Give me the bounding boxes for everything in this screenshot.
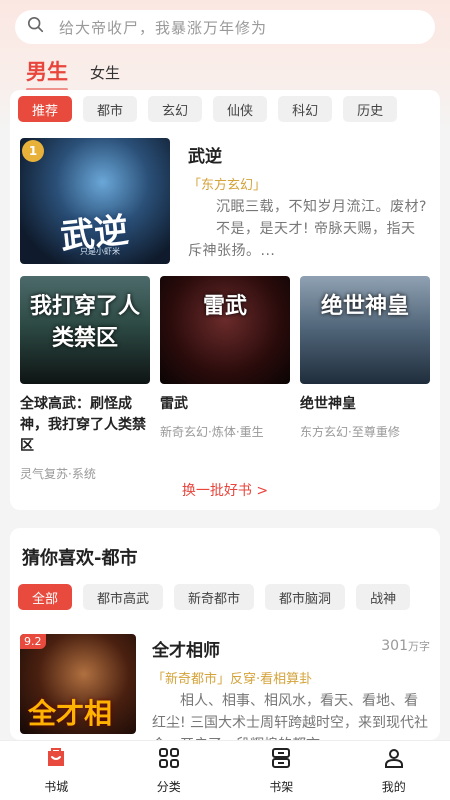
bookstore-icon	[44, 746, 68, 774]
cover-title: 我打穿了人类禁区	[29, 293, 140, 351]
recommended-book[interactable]: 9.2 全才相师 全才相师 301万字 「新奇都市」反穿·看相算卦 相人、相事、…	[20, 634, 430, 740]
book-meta: 新奇玄幻·炼体·重生	[160, 425, 264, 439]
nav-bookshelf[interactable]: 书架	[225, 741, 338, 800]
recommend-card: 推荐 都市 玄幻 仙侠 科幻 历史 1 武逆 只是小虾米 武逆 「东方玄幻」 沉…	[10, 90, 440, 510]
cover-title: 全才相师	[28, 697, 113, 730]
chip-recommend[interactable]: 推荐	[18, 96, 73, 122]
nav-label: 我的	[381, 780, 406, 794]
book-description: 相人、相事、相风水，看天、看地、看红尘! 三国大术士周轩跨越时空，来到现代社会，…	[152, 693, 429, 740]
book-item[interactable]: 我打穿了人类禁区 全球高武：刷怪成神，我打穿了人类禁区 灵气复苏·系统	[20, 276, 150, 482]
book-title[interactable]: 全球高武：刷怪成神，我打穿了人类禁区	[20, 394, 150, 457]
bookshelf-icon	[269, 746, 293, 774]
book-tag: 「东方玄幻」	[188, 178, 267, 193]
nav-label: 分类	[156, 780, 181, 794]
desc-line: 沉眠三载，不知岁月流江。废材?	[216, 199, 427, 215]
book-cover[interactable]: 1 武逆 只是小虾米	[20, 138, 170, 264]
subcategory-chips: 全部 都市高武 新奇都市 都市脑洞 战神	[18, 584, 421, 610]
cover-title: 绝世神皇	[320, 293, 409, 319]
guess-card: 猜你喜欢-都市 全部 都市高武 新奇都市 都市脑洞 战神 9.2 全才相师 全才…	[10, 528, 440, 740]
refresh-button[interactable]: 换一批好书 >	[10, 480, 440, 500]
chip-all[interactable]: 全部	[18, 584, 73, 610]
chip-war-god[interactable]: 战神	[356, 584, 411, 610]
book-item[interactable]: 绝世神皇 绝世神皇 东方玄幻·至尊重修	[300, 276, 430, 482]
chip-urban-martial[interactable]: 都市高武	[83, 584, 164, 610]
nav-category[interactable]: 分类	[113, 741, 226, 800]
search-icon	[27, 16, 45, 38]
chip-urban-brainhole[interactable]: 都市脑洞	[265, 584, 346, 610]
nav-profile[interactable]: 我的	[338, 741, 450, 800]
book-title[interactable]: 绝世神皇	[300, 394, 430, 415]
book-item[interactable]: 雷武 雷武 新奇玄幻·炼体·重生	[160, 276, 290, 482]
section-title: 猜你喜欢-都市	[22, 548, 138, 569]
cover-title: 雷武	[202, 293, 247, 319]
search-placeholder: 给大帝收尸，我暴涨万年修为	[59, 18, 268, 37]
book-grid: 我打穿了人类禁区 全球高武：刷怪成神，我打穿了人类禁区 灵气复苏·系统 雷武 雷…	[20, 276, 430, 482]
book-description: 沉眠三载，不知岁月流江。废材? 不是，是天才! 帝脉天赐，指天斥神张扬。...	[188, 196, 430, 262]
cover-author: 只是小虾米	[80, 247, 120, 256]
chip-history[interactable]: 历史	[343, 96, 398, 122]
book-title[interactable]: 全才相师	[152, 636, 220, 661]
chip-fantasy[interactable]: 玄幻	[148, 96, 203, 122]
profile-icon	[382, 746, 406, 774]
bottom-nav: 书城 分类 书架 我的	[0, 740, 450, 800]
word-count: 301万字	[381, 638, 430, 654]
book-cover[interactable]: 雷武	[160, 276, 290, 384]
chip-novel-urban[interactable]: 新奇都市	[174, 584, 255, 610]
book-title[interactable]: 雷武	[160, 394, 290, 415]
book-cover[interactable]: 9.2 全才相师	[20, 634, 136, 734]
book-tag: 「新奇都市」反穿·看相算卦	[152, 672, 313, 687]
featured-book[interactable]: 1 武逆 只是小虾米 武逆 「东方玄幻」 沉眠三载，不知岁月流江。废材? 不是，…	[20, 138, 430, 264]
score-badge: 9.2	[20, 634, 46, 649]
category-icon	[157, 746, 181, 774]
gender-tabs: 男生 女生	[26, 56, 120, 91]
word-count-value: 301	[381, 638, 408, 654]
nav-label: 书架	[269, 780, 294, 794]
chip-scifi[interactable]: 科幻	[278, 96, 333, 122]
tab-male[interactable]: 男生	[26, 56, 68, 91]
search-bar[interactable]: 给大帝收尸，我暴涨万年修为	[15, 10, 435, 44]
book-cover[interactable]: 我打穿了人类禁区	[20, 276, 150, 384]
book-cover[interactable]: 绝世神皇	[300, 276, 430, 384]
book-meta: 东方玄幻·至尊重修	[300, 425, 400, 439]
nav-bookstore[interactable]: 书城	[0, 741, 113, 800]
chip-urban[interactable]: 都市	[83, 96, 138, 122]
word-count-unit: 万字	[408, 640, 430, 653]
desc-line: 不是，是天才! 帝脉天赐，指天斥神张扬。...	[188, 221, 416, 259]
nav-label: 书城	[44, 780, 69, 794]
category-chips: 推荐 都市 玄幻 仙侠 科幻 历史	[18, 96, 408, 122]
chip-xianxia[interactable]: 仙侠	[213, 96, 268, 122]
book-title[interactable]: 武逆	[188, 142, 222, 167]
rank-badge: 1	[22, 140, 44, 162]
tab-female[interactable]: 女生	[90, 62, 120, 83]
